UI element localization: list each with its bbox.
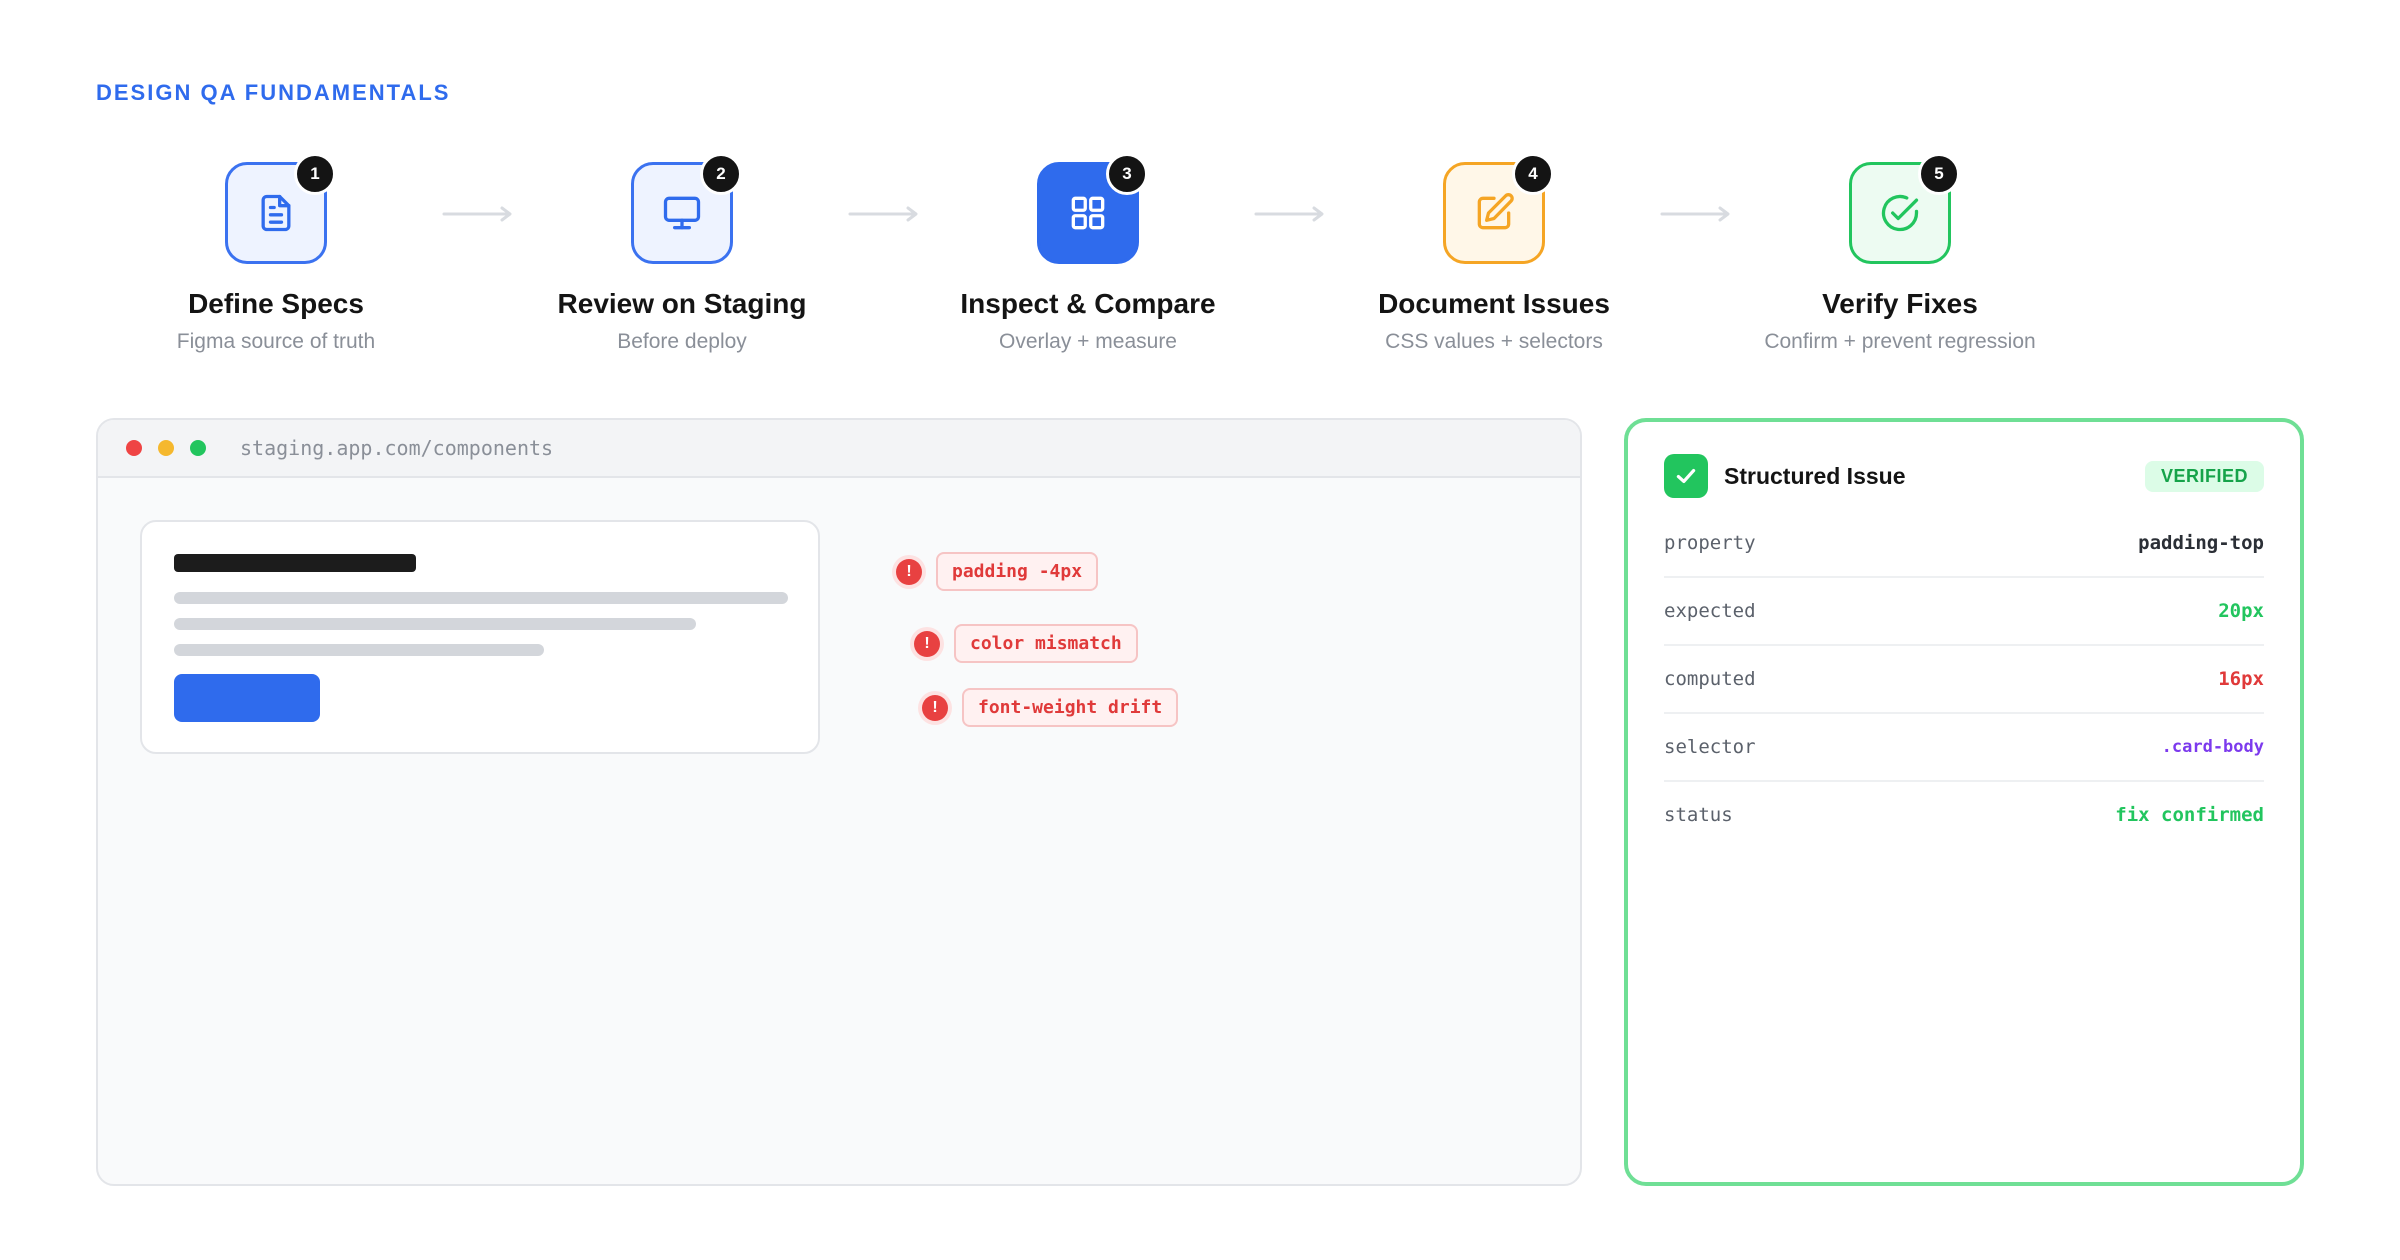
row-value: .card-body bbox=[2161, 737, 2264, 757]
document-icon bbox=[261, 194, 291, 232]
issue-label: padding -4px bbox=[936, 552, 1099, 591]
skeleton-text-line bbox=[174, 618, 696, 630]
browser-toolbar: staging.app.com/components bbox=[98, 420, 1580, 478]
row-key: computed bbox=[1664, 668, 1756, 690]
step-icon-box: 1 bbox=[225, 153, 336, 264]
issue-marker[interactable]: ! color mismatch bbox=[914, 624, 1138, 663]
status-badge: VERIFIED bbox=[2144, 460, 2264, 492]
minimize-dot-icon[interactable] bbox=[158, 440, 174, 456]
alert-icon: ! bbox=[914, 630, 940, 657]
browser-window: staging.app.com/components ! padding -4p… bbox=[96, 418, 1582, 1186]
step-number-badge: 1 bbox=[294, 153, 336, 195]
skeleton-text-line bbox=[174, 592, 788, 604]
issue-marker[interactable]: ! font-weight drift bbox=[922, 688, 1179, 727]
arrow-right-icon bbox=[848, 206, 918, 222]
step-number-badge: 2 bbox=[700, 153, 742, 195]
step-review-on-staging: 2 Review on Staging Before deploy bbox=[512, 153, 852, 354]
step-number-badge: 3 bbox=[1106, 153, 1148, 195]
property-row: property padding-top bbox=[1664, 510, 2264, 578]
selector-row: selector .card-body bbox=[1664, 714, 2264, 782]
step-title: Verify Fixes bbox=[1822, 288, 1978, 319]
step-inspect-compare: 3 Inspect & Compare Overlay + measure bbox=[918, 153, 1258, 354]
row-key: selector bbox=[1664, 736, 1756, 758]
step-subtitle: Figma source of truth bbox=[176, 330, 376, 353]
step-number-badge: 5 bbox=[1918, 153, 1960, 195]
step-document-issues: 4 Document Issues CSS values + selectors bbox=[1324, 153, 1664, 354]
arrow-right-icon bbox=[1254, 206, 1324, 222]
close-dot-icon[interactable] bbox=[126, 440, 142, 456]
row-key: expected bbox=[1664, 600, 1756, 622]
issue-label: color mismatch bbox=[954, 624, 1138, 663]
step-title: Inspect & Compare bbox=[960, 288, 1216, 319]
step-icon-box: 4 bbox=[1443, 153, 1554, 264]
issue-label: font-weight drift bbox=[962, 688, 1179, 727]
status-row: status fix confirmed bbox=[1664, 782, 2264, 848]
row-value: padding-top bbox=[2138, 532, 2264, 554]
skeleton-text-line bbox=[174, 644, 544, 656]
panel-title: Structured Issue bbox=[1724, 462, 1906, 489]
row-key: status bbox=[1664, 804, 1733, 826]
step-icon-box: 5 bbox=[1849, 153, 1960, 264]
step-subtitle: Before deploy bbox=[617, 330, 747, 353]
step-number-badge: 4 bbox=[1512, 153, 1554, 195]
step-subtitle: Overlay + measure bbox=[999, 330, 1177, 353]
skeleton-heading bbox=[174, 554, 416, 572]
step-title: Document Issues bbox=[1378, 288, 1610, 319]
alert-icon: ! bbox=[922, 694, 948, 721]
alert-icon: ! bbox=[896, 558, 922, 585]
step-subtitle: CSS values + selectors bbox=[1385, 330, 1603, 353]
issue-marker[interactable]: ! padding -4px bbox=[896, 552, 1099, 591]
step-subtitle: Confirm + prevent regression bbox=[1764, 330, 2036, 353]
edit-icon bbox=[1477, 193, 1514, 230]
structured-issue-panel: Structured Issue VERIFIED property paddi… bbox=[1624, 418, 2304, 1186]
row-value: 16px bbox=[2218, 668, 2264, 690]
computed-row: computed 16px bbox=[1664, 646, 2264, 714]
row-key: property bbox=[1664, 532, 1756, 554]
address-bar-url[interactable]: staging.app.com/components bbox=[240, 436, 553, 460]
component-preview-card bbox=[140, 520, 820, 754]
step-define-specs: 1 Define Specs Figma source of truth bbox=[106, 153, 446, 354]
section-title: DESIGN QA FUNDAMENTALS bbox=[96, 80, 451, 105]
step-icon-box: 2 bbox=[631, 153, 742, 264]
step-icon-box: 3 bbox=[1037, 153, 1148, 264]
step-title: Define Specs bbox=[188, 288, 364, 319]
arrow-right-icon bbox=[442, 206, 512, 222]
checkmark-icon bbox=[1664, 454, 1708, 498]
maximize-dot-icon[interactable] bbox=[190, 440, 206, 456]
expected-row: expected 20px bbox=[1664, 578, 2264, 646]
row-value: fix confirmed bbox=[2115, 804, 2264, 826]
arrow-right-icon bbox=[1660, 206, 1730, 222]
step-title: Review on Staging bbox=[557, 288, 807, 319]
skeleton-button[interactable] bbox=[174, 674, 320, 722]
grid-icon bbox=[1071, 196, 1105, 230]
step-verify-fixes: 5 Verify Fixes Confirm + prevent regress… bbox=[1730, 153, 2070, 354]
monitor-icon bbox=[663, 196, 701, 230]
panel-header: Structured Issue VERIFIED bbox=[1664, 454, 2264, 498]
check-circle-icon bbox=[1881, 194, 1919, 232]
row-value: 20px bbox=[2218, 600, 2264, 622]
